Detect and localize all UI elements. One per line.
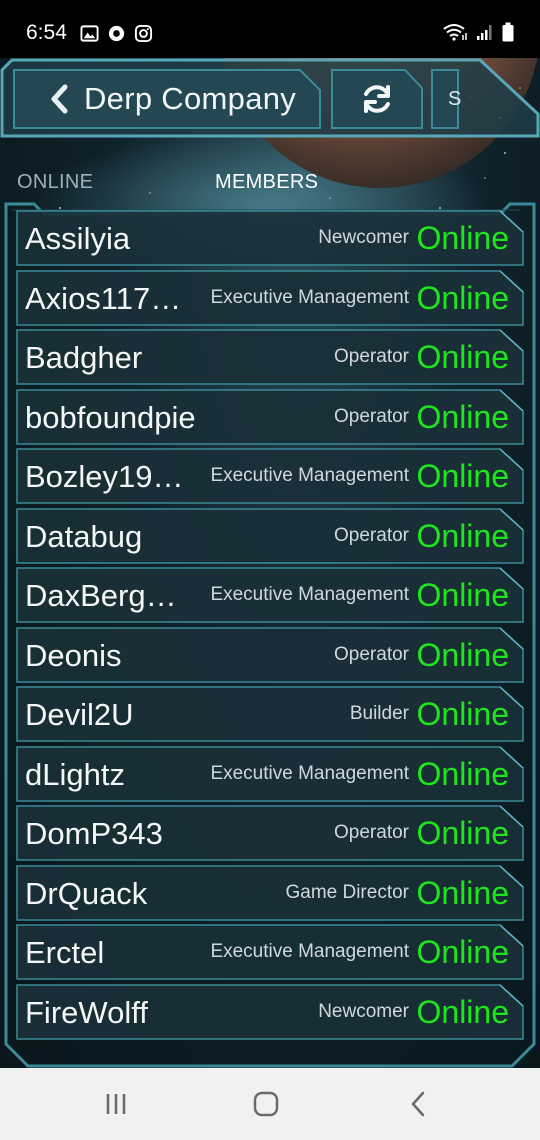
member-row[interactable]: FireWolff Newcomer Online <box>16 984 524 1040</box>
member-status: Online <box>416 577 510 613</box>
member-name: Devil2U <box>25 697 134 732</box>
member-status: Online <box>416 756 510 792</box>
home-icon <box>253 1091 279 1117</box>
member-status: Online <box>416 220 510 256</box>
back-button[interactable]: Derp Company <box>12 70 320 128</box>
member-row[interactable]: Axios117… Executive Management Online <box>16 270 524 326</box>
member-name: dLightz <box>25 757 125 792</box>
refresh-button[interactable] <box>332 70 422 128</box>
member-name: DomP343 <box>25 816 163 851</box>
member-row[interactable]: DrQuack Game Director Online <box>16 865 524 921</box>
member-name: Axios117… <box>25 281 182 316</box>
member-status: Online <box>416 280 510 316</box>
member-name: DrQuack <box>25 876 148 911</box>
chevron-left-icon <box>51 84 68 114</box>
tab-online[interactable]: ONLINE <box>17 171 93 194</box>
status-icons-right <box>442 22 514 42</box>
member-rank: Operator <box>334 525 409 546</box>
member-rank: Newcomer <box>318 227 409 248</box>
recent-apps-icon <box>106 1094 126 1114</box>
member-rank: Operator <box>334 822 409 843</box>
member-rank: Operator <box>334 346 409 367</box>
status-icons-left <box>80 24 153 43</box>
navigation-bar <box>0 1068 540 1140</box>
member-list[interactable]: Assilyia Newcomer Online Axios117… Executive… <box>16 210 524 1052</box>
member-row[interactable]: Erctel Executive Management Online <box>16 924 524 980</box>
member-rank: Operator <box>334 644 409 665</box>
member-rank: Operator <box>334 406 409 427</box>
member-name: Databug <box>25 519 143 554</box>
member-rank: Game Director <box>285 882 409 903</box>
member-row[interactable]: Bozley19… Executive Management Online <box>16 448 524 504</box>
member-status: Online <box>416 518 510 554</box>
member-rank: Executive Management <box>210 287 409 308</box>
header-tab-partial-label: S <box>448 88 462 110</box>
member-status: Online <box>416 696 510 732</box>
member-row[interactable]: Devil2U Builder Online <box>16 686 524 742</box>
recent-apps-button[interactable] <box>96 1088 136 1120</box>
member-name: Bozley19… <box>25 459 184 494</box>
tab-members[interactable]: MEMBERS <box>215 171 318 194</box>
home-button[interactable] <box>246 1088 286 1120</box>
member-status: Online <box>416 815 510 851</box>
member-status: Online <box>416 399 510 435</box>
back-icon <box>411 1091 425 1117</box>
header-bar: Derp Company S <box>0 58 540 138</box>
instagram-icon <box>134 24 153 43</box>
member-name: Erctel <box>25 935 105 970</box>
refresh-icon <box>364 85 390 113</box>
member-name: FireWolff <box>25 995 148 1030</box>
member-row[interactable]: Badgher Operator Online <box>16 329 524 385</box>
member-status: Online <box>416 875 510 911</box>
battery-icon <box>502 22 514 42</box>
member-rank: Executive Management <box>210 584 409 605</box>
member-status: Online <box>416 458 510 494</box>
signal-icon <box>477 25 492 40</box>
member-status: Online <box>416 994 510 1030</box>
member-row[interactable]: bobfoundpie Operator Online <box>16 389 524 445</box>
member-status: Online <box>416 339 510 375</box>
member-rank: Executive Management <box>210 465 409 486</box>
app-screen: Derp Company S ONLINE MEMBERS Assilyia Ne… <box>0 58 540 1068</box>
member-rank: Executive Management <box>210 763 409 784</box>
member-row[interactable]: Deonis Operator Online <box>16 627 524 683</box>
member-name: DaxBerge… <box>25 578 189 613</box>
record-icon <box>108 25 125 42</box>
wifi-icon <box>443 24 467 41</box>
member-status: Online <box>416 637 510 673</box>
member-name: bobfoundpie <box>25 400 196 435</box>
status-bar: 6:54 <box>0 0 540 58</box>
header-tab-partial[interactable]: S <box>432 70 492 128</box>
member-name: Assilyia <box>25 221 131 256</box>
member-rank: Executive Management <box>210 941 409 962</box>
member-name: Badgher <box>25 340 143 375</box>
member-row[interactable]: Assilyia Newcomer Online <box>16 210 524 266</box>
member-row[interactable]: DomP343 Operator Online <box>16 805 524 861</box>
member-status: Online <box>416 934 510 970</box>
member-row[interactable]: DaxBerge… Executive Management Online <box>16 567 524 623</box>
member-row[interactable]: dLightz Executive Management Online <box>16 746 524 802</box>
gallery-icon <box>80 25 99 42</box>
member-rank: Newcomer <box>318 1001 409 1022</box>
header-title: Derp Company <box>84 81 297 116</box>
member-rank: Builder <box>349 703 409 724</box>
status-time: 6:54 <box>26 21 67 44</box>
back-nav-button[interactable] <box>398 1088 438 1120</box>
member-name: Deonis <box>25 638 122 673</box>
member-row[interactable]: Databug Operator Online <box>16 508 524 564</box>
